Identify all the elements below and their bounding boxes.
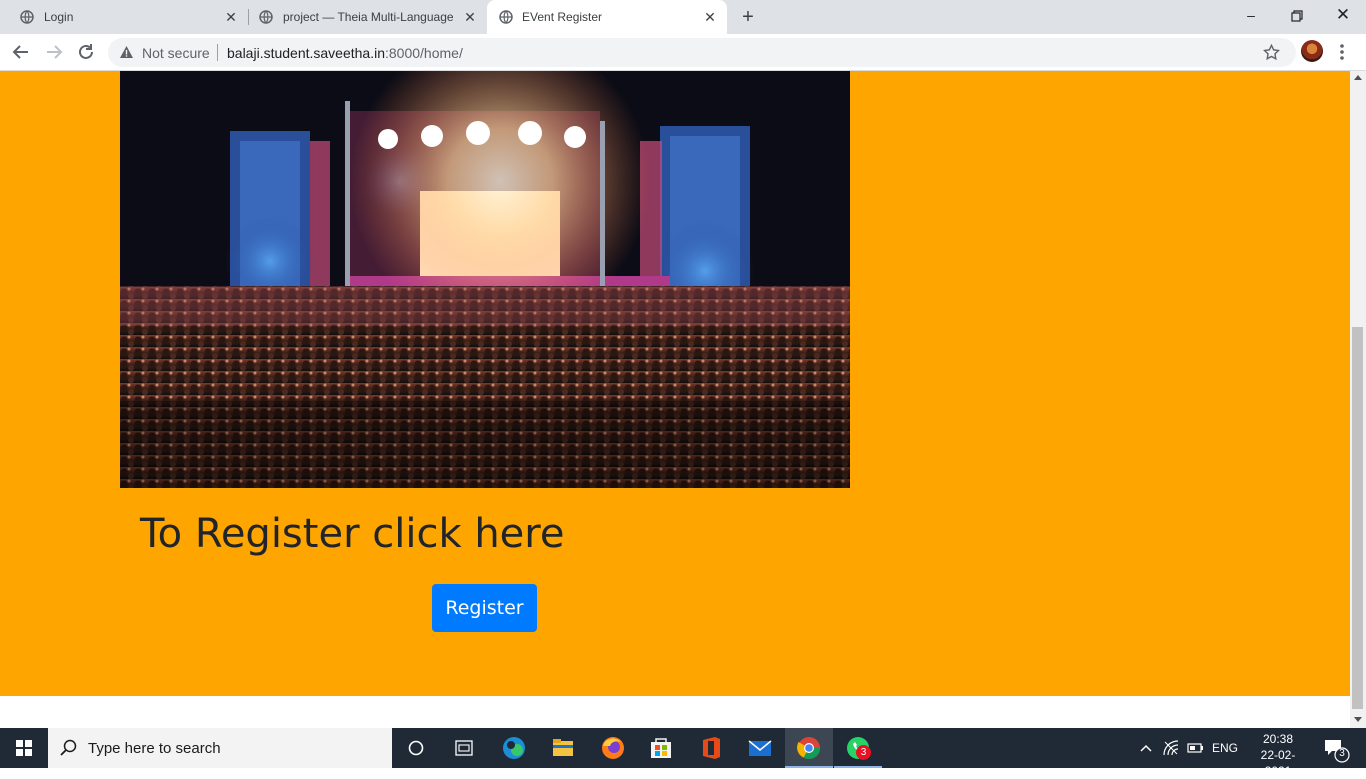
close-icon[interactable]: ✕ — [462, 9, 478, 25]
clock-time: 20:38 — [1262, 732, 1294, 746]
file-explorer-icon[interactable] — [539, 728, 587, 768]
address-bar[interactable]: Not secure balaji.student.saveetha.in:80… — [108, 38, 1296, 67]
globe-icon — [20, 10, 34, 24]
tab-title: project — Theia Multi-Language — [283, 10, 454, 24]
scrollbar-thumb[interactable] — [1352, 327, 1363, 709]
reload-icon[interactable] — [74, 40, 98, 64]
browser-toolbar: Not secure balaji.student.saveetha.in:80… — [0, 34, 1366, 71]
tab-project[interactable]: project — Theia Multi-Language ✕ — [249, 0, 487, 34]
profile-avatar[interactable] — [1301, 40, 1323, 62]
url-path: :8000/home/ — [385, 45, 463, 61]
register-button[interactable]: Register — [432, 584, 537, 632]
microsoft-store-icon[interactable] — [637, 728, 685, 768]
globe-icon — [259, 10, 273, 24]
chrome-taskbar-button[interactable] — [785, 728, 833, 768]
scroll-down-arrow-icon[interactable] — [1354, 717, 1362, 722]
page-heading: To Register click here — [140, 511, 565, 557]
edge-browser-icon[interactable] — [490, 728, 538, 768]
close-icon[interactable]: ✕ — [223, 9, 239, 25]
notification-count: 3 — [1339, 748, 1345, 759]
taskbar-clock[interactable]: 20:38 22-02-2021 — [1250, 731, 1306, 779]
concert-crowd-illustration — [120, 71, 850, 488]
window-close-icon[interactable]: ✕ — [1320, 0, 1366, 34]
language-indicator[interactable]: ENG — [1212, 741, 1238, 755]
mail-icon[interactable] — [736, 728, 784, 768]
page-viewport: To Register click here Register — [0, 71, 1350, 728]
register-section: To Register click here Register — [0, 71, 1350, 696]
minimize-icon[interactable]: – — [1228, 0, 1274, 34]
windows-start-icon[interactable] — [0, 728, 48, 768]
tab-title: EVent Register — [522, 10, 603, 24]
network-icon[interactable] — [1162, 739, 1180, 757]
address-divider — [217, 44, 218, 61]
battery-icon[interactable] — [1187, 741, 1205, 755]
bookmark-star-icon[interactable] — [1262, 43, 1281, 62]
office-icon[interactable] — [686, 728, 734, 768]
search-placeholder: Type here to search — [88, 740, 221, 757]
taskbar-search-box[interactable]: Type here to search — [48, 728, 392, 768]
url-host: balaji.student.saveetha.in — [227, 45, 385, 61]
chevron-up-icon[interactable] — [1138, 740, 1154, 756]
task-view-icon[interactable] — [440, 728, 488, 768]
forward-arrow-icon[interactable] — [42, 40, 66, 64]
tab-title: Login — [44, 10, 74, 24]
close-icon[interactable]: ✕ — [702, 9, 718, 25]
cortana-icon[interactable] — [392, 728, 440, 768]
globe-icon — [499, 10, 513, 24]
security-label[interactable]: Not secure — [142, 45, 210, 61]
concert-image — [120, 71, 850, 488]
restore-icon[interactable] — [1274, 0, 1320, 34]
whatsapp-badge: 3 — [856, 745, 871, 760]
firefox-icon[interactable] — [589, 728, 637, 768]
search-icon — [60, 739, 77, 756]
clock-date: 22-02-2021 — [1260, 748, 1296, 778]
new-tab-icon[interactable]: + — [738, 7, 758, 27]
scroll-up-arrow-icon[interactable] — [1354, 75, 1362, 80]
url-text[interactable]: balaji.student.saveetha.in:8000/home/ — [227, 45, 463, 61]
tab-login[interactable]: Login ✕ — [0, 0, 248, 34]
page-scrollbar[interactable] — [1350, 71, 1366, 728]
action-center-button[interactable]: 3 — [1316, 728, 1366, 768]
tab-event-register[interactable]: EVent Register ✕ — [487, 0, 727, 34]
warning-triangle-icon[interactable] — [119, 45, 134, 59]
back-arrow-icon[interactable] — [9, 40, 33, 64]
chrome-icon — [797, 737, 820, 759]
kebab-menu-icon[interactable] — [1336, 42, 1348, 62]
browser-tab-strip: Login ✕ project — Theia Multi-Language ✕… — [0, 0, 1366, 34]
